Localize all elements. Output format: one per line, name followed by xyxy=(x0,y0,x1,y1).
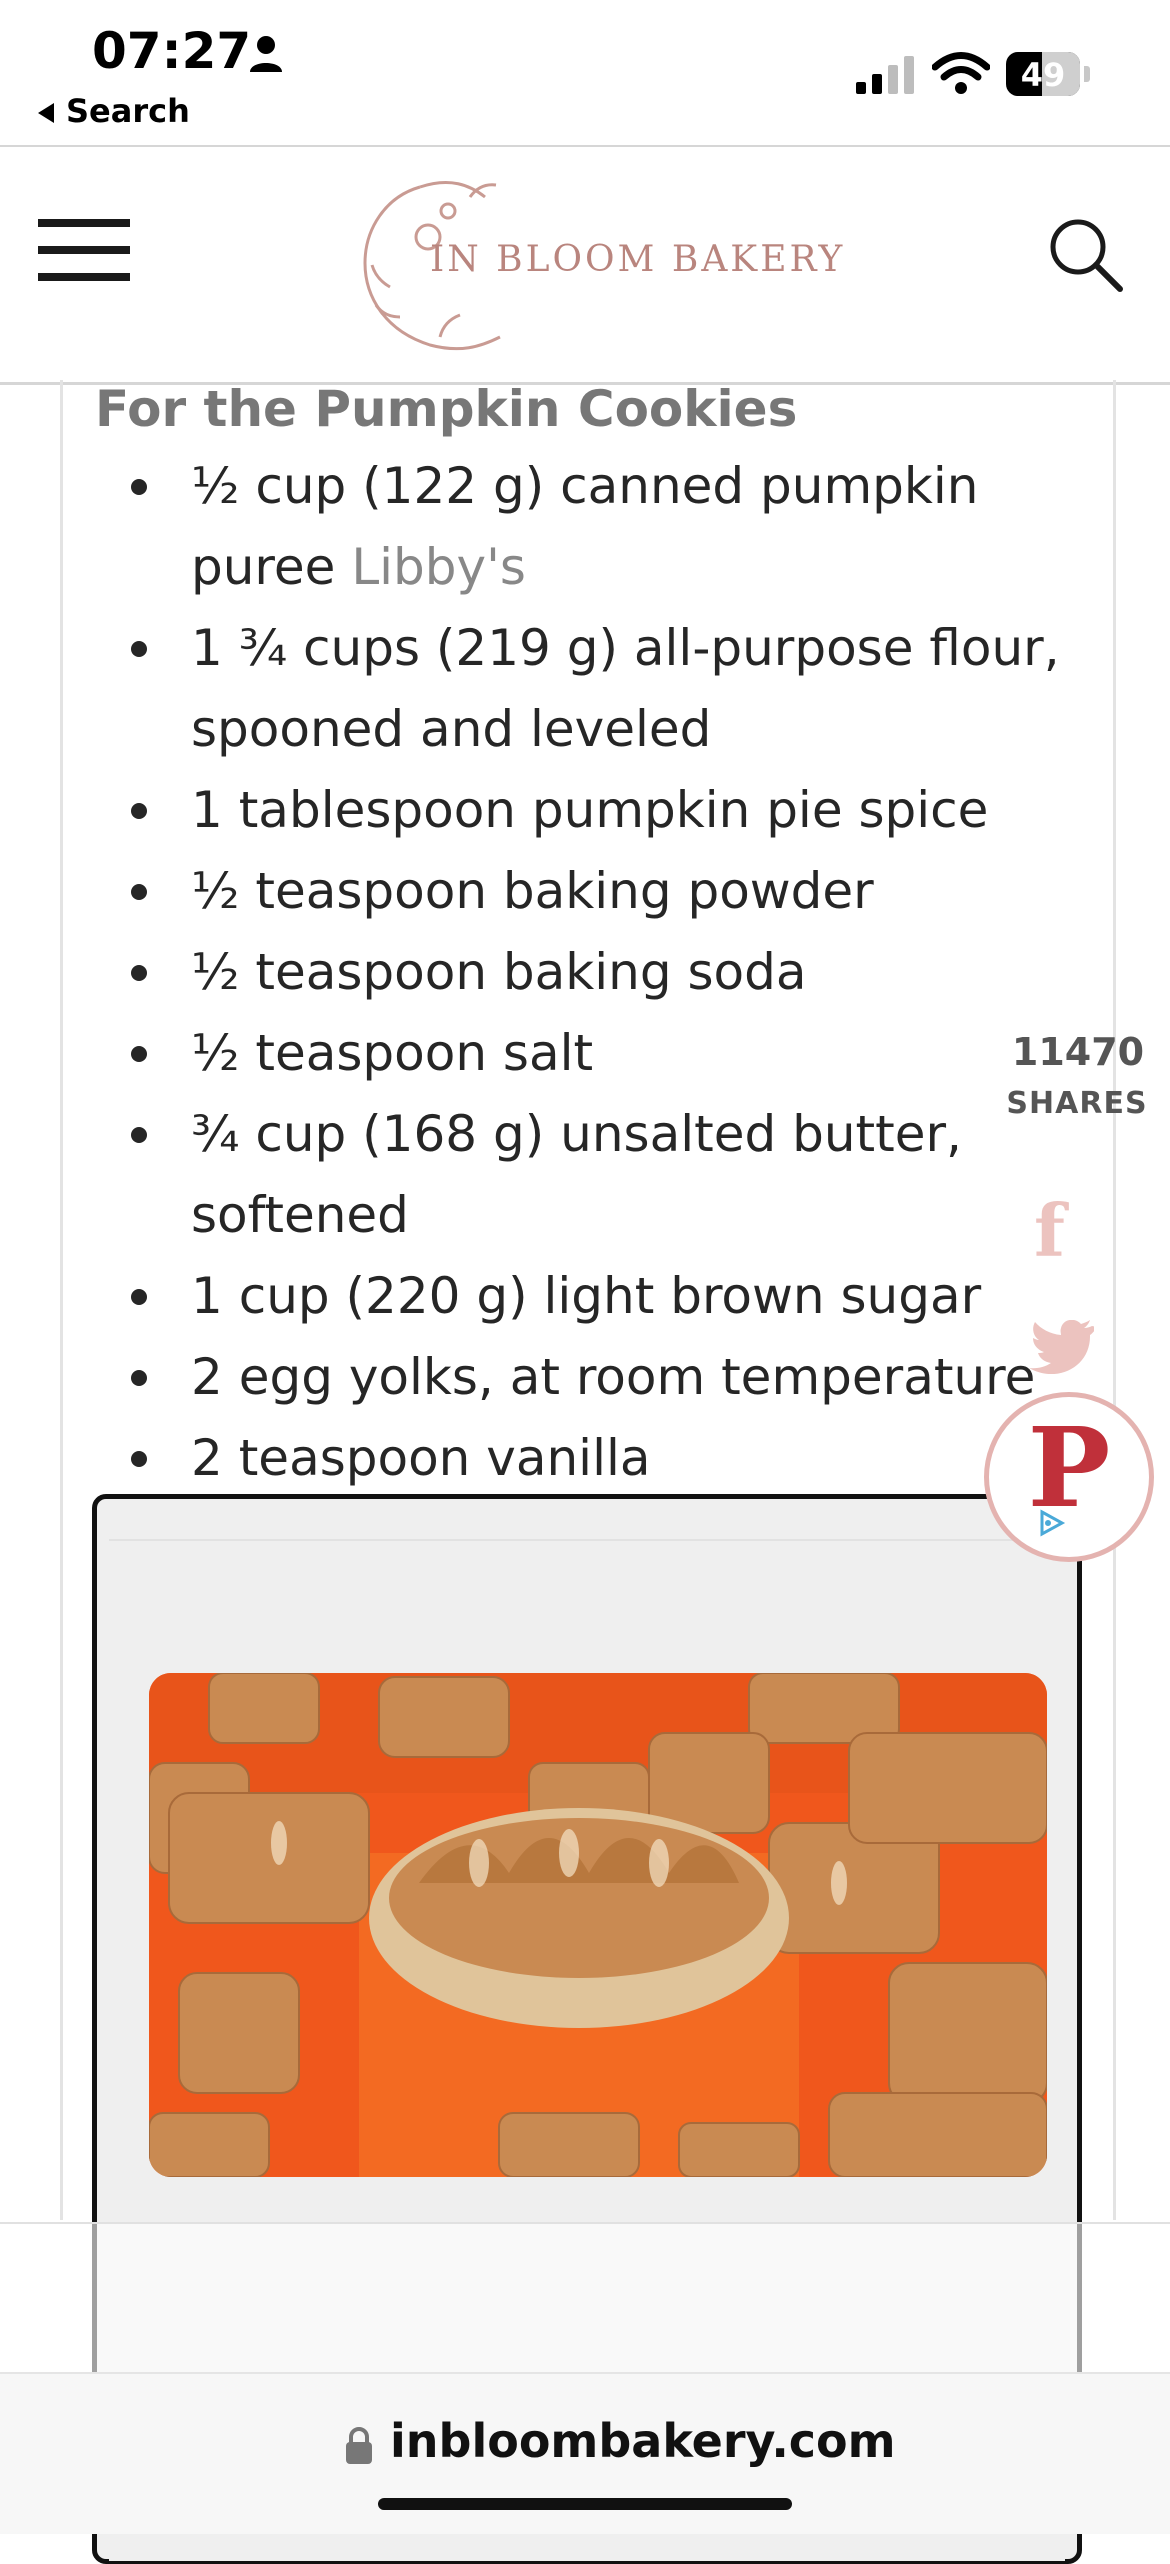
url-text[interactable]: inbloombakery.com xyxy=(390,2414,896,2468)
back-to-search-button[interactable]: Search xyxy=(38,92,190,130)
share-count: 11470 xyxy=(1011,1030,1145,1074)
facebook-icon[interactable]: f xyxy=(1034,1188,1065,1273)
section-heading: For the Pumpkin Cookies xyxy=(95,380,798,438)
ingredient-item: ½ cup (122 g) canned pumpkin puree Libby… xyxy=(131,446,1091,608)
adchoices-icon[interactable] xyxy=(1036,1508,1066,1538)
ad-bottom-overlay xyxy=(0,2222,1170,2374)
ingredient-item: 2 egg yolks, at room temperature xyxy=(131,1337,1091,1418)
ingredient-list: ½ cup (122 g) canned pumpkin puree Libby… xyxy=(131,446,1091,1499)
ingredient-link[interactable]: Libby's xyxy=(351,538,526,596)
ingredient-item: ½ teaspoon baking soda xyxy=(131,932,1091,1013)
caramel-video[interactable] xyxy=(149,1673,1047,2177)
ingredient-item: 1 ¾ cups (219 g) all-purpose flour, spoo… xyxy=(131,608,1091,770)
ingredient-item: ¾ cup (168 g) unsalted butter, softened xyxy=(131,1094,1091,1256)
pinterest-icon[interactable]: P xyxy=(984,1392,1154,1562)
twitter-icon[interactable] xyxy=(1028,1320,1094,1374)
site-header: IN BLOOM BAKERY xyxy=(0,145,1170,385)
back-search-label: Search xyxy=(66,92,190,130)
signal-icon xyxy=(856,56,914,94)
site-name[interactable]: IN BLOOM BAKERY xyxy=(430,239,845,280)
share-label: SHARES xyxy=(1006,1086,1148,1121)
battery-icon: 49 xyxy=(1006,52,1080,96)
battery-level: 49 xyxy=(1020,56,1066,94)
ingredient-item: 1 tablespoon pumpkin pie spice xyxy=(131,770,1091,851)
battery-tip xyxy=(1084,66,1090,82)
person-icon xyxy=(250,36,282,72)
back-arrow-icon xyxy=(38,103,54,123)
home-indicator[interactable] xyxy=(378,2498,792,2510)
search-icon[interactable] xyxy=(1046,215,1126,295)
hamburger-menu-button[interactable] xyxy=(38,219,130,281)
ingredient-item: ½ teaspoon baking powder xyxy=(131,851,1091,932)
ingredient-text: ½ cup (122 g) canned pumpkin puree xyxy=(191,457,979,596)
ingredient-item: 1 cup (220 g) light brown sugar xyxy=(131,1256,1091,1337)
lock-icon xyxy=(346,2427,372,2464)
wifi-icon xyxy=(932,52,990,94)
ingredient-item: ½ teaspoon salt xyxy=(131,1013,1091,1094)
status-bar: 07:27 Search 49 xyxy=(0,0,1170,145)
ingredient-item: 2 teaspoon vanilla xyxy=(131,1418,1091,1499)
clock-time: 07:27 xyxy=(92,22,252,80)
browser-url-bar[interactable]: inbloombakery.com xyxy=(0,2372,1170,2534)
